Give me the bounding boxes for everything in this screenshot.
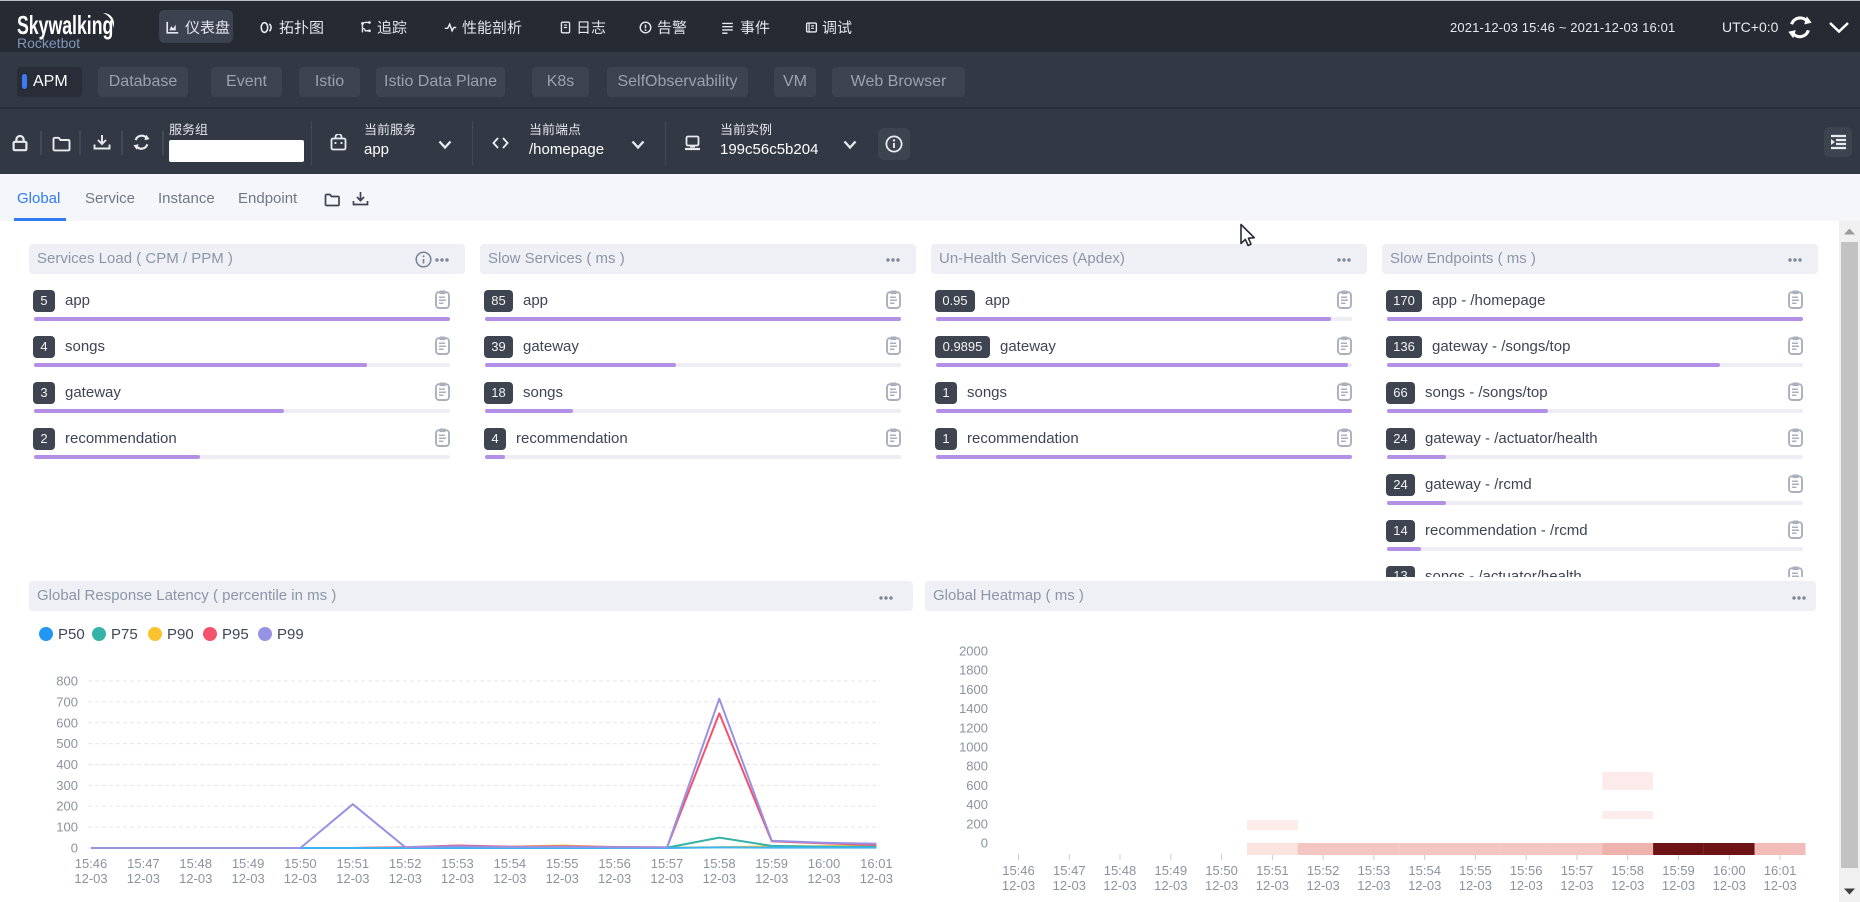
svg-text:12-03: 12-03 <box>1510 878 1543 893</box>
svg-text:0: 0 <box>71 841 78 856</box>
svg-text:12-03: 12-03 <box>284 871 317 886</box>
svg-text:16:00: 16:00 <box>808 856 841 871</box>
svg-text:15:53: 15:53 <box>441 856 474 871</box>
svg-text:15:57: 15:57 <box>651 856 684 871</box>
svg-text:500: 500 <box>56 736 78 751</box>
svg-text:12-03: 12-03 <box>1053 878 1086 893</box>
svg-text:800: 800 <box>56 674 78 689</box>
svg-text:12-03: 12-03 <box>755 871 788 886</box>
svg-text:15:49: 15:49 <box>1155 863 1188 878</box>
svg-text:15:48: 15:48 <box>1104 863 1137 878</box>
svg-text:12-03: 12-03 <box>1459 878 1492 893</box>
svg-text:800: 800 <box>966 759 988 774</box>
svg-text:1600: 1600 <box>959 682 988 697</box>
svg-text:12-03: 12-03 <box>127 871 160 886</box>
svg-text:12-03: 12-03 <box>493 871 526 886</box>
svg-text:12-03: 12-03 <box>546 871 579 886</box>
svg-text:1400: 1400 <box>959 701 988 716</box>
svg-text:15:53: 15:53 <box>1358 863 1391 878</box>
svg-text:15:46: 15:46 <box>1002 863 1035 878</box>
svg-text:12-03: 12-03 <box>1408 878 1441 893</box>
svg-text:200: 200 <box>966 816 988 831</box>
svg-text:600: 600 <box>56 715 78 730</box>
svg-text:300: 300 <box>56 778 78 793</box>
svg-text:2000: 2000 <box>959 644 988 659</box>
svg-text:15:55: 15:55 <box>546 856 579 871</box>
svg-text:12-03: 12-03 <box>860 871 893 886</box>
svg-text:16:01: 16:01 <box>860 856 893 871</box>
svg-text:100: 100 <box>56 820 78 835</box>
svg-text:0: 0 <box>981 836 988 851</box>
svg-text:15:51: 15:51 <box>337 856 370 871</box>
svg-text:12-03: 12-03 <box>1103 878 1136 893</box>
svg-text:700: 700 <box>56 694 78 709</box>
svg-text:12-03: 12-03 <box>1256 878 1289 893</box>
svg-text:12-03: 12-03 <box>179 871 212 886</box>
svg-text:12-03: 12-03 <box>1560 878 1593 893</box>
svg-text:12-03: 12-03 <box>74 871 107 886</box>
svg-text:16:00: 16:00 <box>1713 863 1746 878</box>
svg-text:400: 400 <box>56 757 78 772</box>
svg-text:15:58: 15:58 <box>1611 863 1644 878</box>
svg-text:12-03: 12-03 <box>703 871 736 886</box>
svg-text:15:47: 15:47 <box>1053 863 1086 878</box>
svg-text:1200: 1200 <box>959 720 988 735</box>
svg-text:12-03: 12-03 <box>1002 878 1035 893</box>
svg-text:12-03: 12-03 <box>389 871 422 886</box>
svg-text:12-03: 12-03 <box>441 871 474 886</box>
svg-text:12-03: 12-03 <box>807 871 840 886</box>
svg-text:15:59: 15:59 <box>755 856 788 871</box>
svg-text:15:54: 15:54 <box>1408 863 1441 878</box>
svg-text:200: 200 <box>56 799 78 814</box>
svg-text:12-03: 12-03 <box>1154 878 1187 893</box>
svg-text:15:56: 15:56 <box>598 856 631 871</box>
svg-text:15:49: 15:49 <box>232 856 265 871</box>
svg-text:15:54: 15:54 <box>494 856 527 871</box>
svg-text:15:50: 15:50 <box>1205 863 1238 878</box>
svg-text:15:52: 15:52 <box>389 856 422 871</box>
svg-text:15:46: 15:46 <box>75 856 108 871</box>
svg-text:1800: 1800 <box>959 663 988 678</box>
svg-text:15:52: 15:52 <box>1307 863 1340 878</box>
svg-text:15:58: 15:58 <box>703 856 736 871</box>
svg-text:12-03: 12-03 <box>1763 878 1796 893</box>
svg-text:15:51: 15:51 <box>1256 863 1289 878</box>
svg-text:12-03: 12-03 <box>1205 878 1238 893</box>
svg-text:1000: 1000 <box>959 740 988 755</box>
svg-text:12-03: 12-03 <box>1357 878 1390 893</box>
svg-text:15:56: 15:56 <box>1510 863 1543 878</box>
svg-text:15:48: 15:48 <box>179 856 212 871</box>
svg-text:15:55: 15:55 <box>1459 863 1492 878</box>
svg-text:12-03: 12-03 <box>231 871 264 886</box>
svg-text:12-03: 12-03 <box>336 871 369 886</box>
svg-text:15:50: 15:50 <box>284 856 317 871</box>
svg-text:12-03: 12-03 <box>1306 878 1339 893</box>
svg-text:600: 600 <box>966 778 988 793</box>
svg-text:400: 400 <box>966 797 988 812</box>
svg-text:12-03: 12-03 <box>598 871 631 886</box>
svg-text:12-03: 12-03 <box>1662 878 1695 893</box>
svg-text:16:01: 16:01 <box>1764 863 1797 878</box>
svg-text:15:57: 15:57 <box>1561 863 1594 878</box>
svg-text:12-03: 12-03 <box>1713 878 1746 893</box>
svg-text:12-03: 12-03 <box>1611 878 1644 893</box>
svg-text:15:59: 15:59 <box>1662 863 1695 878</box>
svg-text:12-03: 12-03 <box>650 871 683 886</box>
svg-text:15:47: 15:47 <box>127 856 160 871</box>
